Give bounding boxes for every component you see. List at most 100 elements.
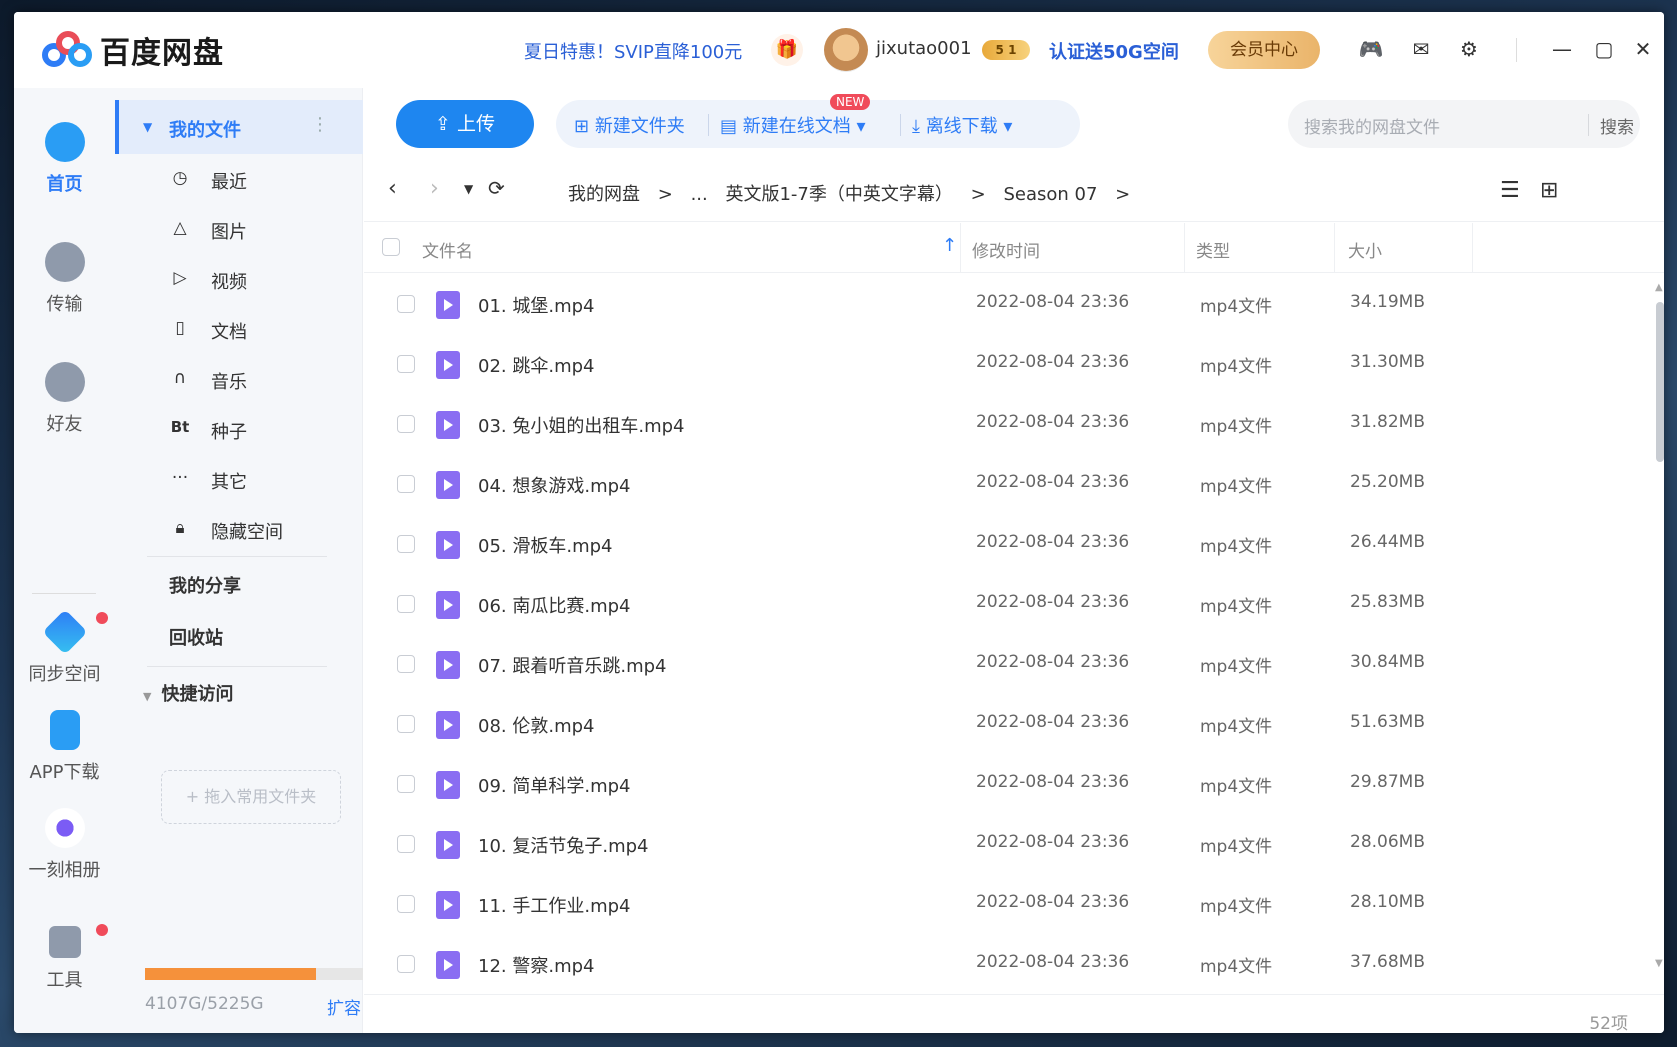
path-bar: ‹ › ▼ ⟳ 我的网盘 > ... 英文版1-7季（中英文字幕） > Seas… [364,162,1664,222]
column-divider[interactable] [1334,223,1335,273]
more-vertical-icon[interactable]: ⋮ [311,114,329,135]
upload-button[interactable]: ⇪ 上传 [396,100,534,148]
table-row[interactable]: 07. 跟着听音乐跳.mp4 2022-08-04 23:36 mp4文件 30.84… [364,634,1664,694]
sidebar-item-videos[interactable]: ▷ 视频 [115,254,363,304]
select-all-checkbox[interactable] [382,238,400,256]
row-checkbox[interactable] [397,475,415,493]
column-divider[interactable] [1472,223,1473,273]
file-name[interactable]: 10. 复活节兔子.mp4 [478,832,648,858]
table-row[interactable]: 10. 复活节兔子.mp4 2022-08-04 23:36 mp4文件 28.06M… [364,814,1664,874]
file-name[interactable]: 11. 手工作业.mp4 [478,892,630,918]
table-row[interactable]: 02. 跳伞.mp4 2022-08-04 23:36 mp4文件 31.30MB [364,334,1664,394]
scrollbar[interactable]: ▲ ▼ [1655,282,1664,972]
table-row[interactable]: 04. 想象游戏.mp4 2022-08-04 23:36 mp4文件 25.20MB [364,454,1664,514]
promo-link[interactable]: 夏日特惠！SVIP直降100元 [524,38,742,64]
table-row[interactable]: 12. 警察.mp4 2022-08-04 23:36 mp4文件 37.68MB [364,934,1664,994]
sidebar-item-recent[interactable]: ◷ 最近 [115,154,363,204]
table-row[interactable]: 06. 南瓜比赛.mp4 2022-08-04 23:36 mp4文件 25.83MB [364,574,1664,634]
file-name[interactable]: 04. 想象游戏.mp4 [478,472,630,498]
nav-transfer[interactable]: 传输 [14,242,115,316]
table-row[interactable]: 05. 滑板车.mp4 2022-08-04 23:36 mp4文件 26.44MB [364,514,1664,574]
header-name[interactable]: 文件名 [422,237,473,262]
row-checkbox[interactable] [397,895,415,913]
row-checkbox[interactable] [397,835,415,853]
column-divider[interactable] [1184,223,1185,273]
search-button[interactable]: 搜索 [1600,113,1634,138]
nav-app-download[interactable]: APP下载 [14,710,115,784]
row-checkbox[interactable] [397,655,415,673]
file-name[interactable]: 01. 城堡.mp4 [478,292,594,318]
back-icon[interactable]: ‹ [388,176,397,201]
file-name[interactable]: 08. 伦敦.mp4 [478,712,594,738]
sort-asc-icon[interactable]: ↑ [942,235,957,256]
search-input[interactable]: 搜索我的网盘文件 [1304,113,1440,138]
column-divider[interactable] [960,223,961,273]
nav-album[interactable]: 一刻相册 [14,808,115,882]
header-size[interactable]: 大小 [1348,237,1382,262]
sidebar-my-files[interactable]: ▼ 我的文件 ⋮ [115,100,363,154]
gift-icon[interactable]: 🎁 [771,34,803,66]
close-icon[interactable]: ✕ [1628,34,1658,64]
file-name[interactable]: 03. 兔小姐的出租车.mp4 [478,412,684,438]
table-row[interactable]: 01. 城堡.mp4 2022-08-04 23:36 mp4文件 34.19MB [364,274,1664,334]
sidebar-quick-access[interactable]: ▼ 快捷访问 [143,680,233,706]
file-name[interactable]: 06. 南瓜比赛.mp4 [478,592,630,618]
sort-list-icon[interactable]: ☰ [1500,178,1520,203]
maximize-icon[interactable]: ▢ [1589,34,1619,64]
gamepad-icon[interactable]: 🎮 [1356,34,1386,64]
mail-icon[interactable]: ✉ [1406,34,1436,64]
member-center-button[interactable]: 会员中心 [1208,31,1320,69]
header-modified[interactable]: 修改时间 [972,237,1040,262]
sidebar-item-other[interactable]: ··· 其它 [115,454,363,504]
sidebar-item-documents[interactable]: ▯ 文档 [115,304,363,354]
row-checkbox[interactable] [397,955,415,973]
new-online-doc-button[interactable]: ▤ 新建在线文档 ▾ [720,112,866,138]
row-checkbox[interactable] [397,355,415,373]
file-name[interactable]: 12. 警察.mp4 [478,952,594,978]
breadcrumb-ellipsis[interactable]: ... [691,184,708,205]
scroll-thumb[interactable] [1656,302,1664,462]
row-checkbox[interactable] [397,595,415,613]
new-folder-button[interactable]: ⊞ 新建文件夹 [574,112,685,138]
username[interactable]: jixutao001 [876,38,972,59]
breadcrumb-root[interactable]: 我的网盘 [568,184,640,205]
sidebar-item-hidden-space[interactable]: 🔒︎ 隐藏空间 [115,504,363,554]
grid-view-icon[interactable]: ⊞ [1540,178,1558,203]
scroll-up-icon[interactable]: ▲ [1655,282,1663,293]
file-name[interactable]: 07. 跟着听音乐跳.mp4 [478,652,666,678]
sidebar-item-images[interactable]: △ 图片 [115,204,363,254]
file-name[interactable]: 02. 跳伞.mp4 [478,352,594,378]
row-checkbox[interactable] [397,775,415,793]
quick-access-drop-zone[interactable]: + 拖入常用文件夹 [161,770,341,824]
forward-icon[interactable]: › [430,176,439,201]
settings-icon[interactable]: ⚙ [1454,34,1484,64]
sidebar-my-share[interactable]: 我的分享 [169,572,241,598]
row-checkbox[interactable] [397,295,415,313]
file-name[interactable]: 09. 简单科学.mp4 [478,772,630,798]
breadcrumb-current[interactable]: Season 07 [1003,184,1097,205]
row-checkbox[interactable] [397,715,415,733]
nav-home[interactable]: 首页 [14,122,115,196]
history-dropdown-icon[interactable]: ▼ [464,182,473,196]
row-checkbox[interactable] [397,415,415,433]
expand-storage-link[interactable]: 扩容 [327,994,361,1019]
minimize-icon[interactable]: — [1547,34,1577,64]
header-type[interactable]: 类型 [1196,237,1230,262]
file-name[interactable]: 05. 滑板车.mp4 [478,532,612,558]
sidebar-item-music[interactable]: ∩ 音乐 [115,354,363,404]
nav-tools[interactable]: 工具 [14,926,115,992]
scroll-down-icon[interactable]: ▼ [1655,958,1663,969]
nav-friends[interactable]: 好友 [14,362,115,436]
table-row[interactable]: 09. 简单科学.mp4 2022-08-04 23:36 mp4文件 29.87MB [364,754,1664,814]
avatar[interactable] [824,28,868,72]
sidebar-recycle-bin[interactable]: 回收站 [169,624,223,650]
cert-link[interactable]: 认证送50G空间 [1049,38,1179,64]
breadcrumb-parent[interactable]: 英文版1-7季（中英文字幕） [725,184,952,205]
table-row[interactable]: 08. 伦敦.mp4 2022-08-04 23:36 mp4文件 51.63MB [364,694,1664,754]
sidebar-item-torrents[interactable]: Bt 种子 [115,404,363,454]
table-row[interactable]: 11. 手工作业.mp4 2022-08-04 23:36 mp4文件 28.10MB [364,874,1664,934]
offline-download-button[interactable]: ⤓ 离线下载 ▾ [912,112,1012,138]
table-row[interactable]: 03. 兔小姐的出租车.mp4 2022-08-04 23:36 mp4文件 31.8… [364,394,1664,454]
row-checkbox[interactable] [397,535,415,553]
refresh-icon[interactable]: ⟳ [488,176,505,200]
